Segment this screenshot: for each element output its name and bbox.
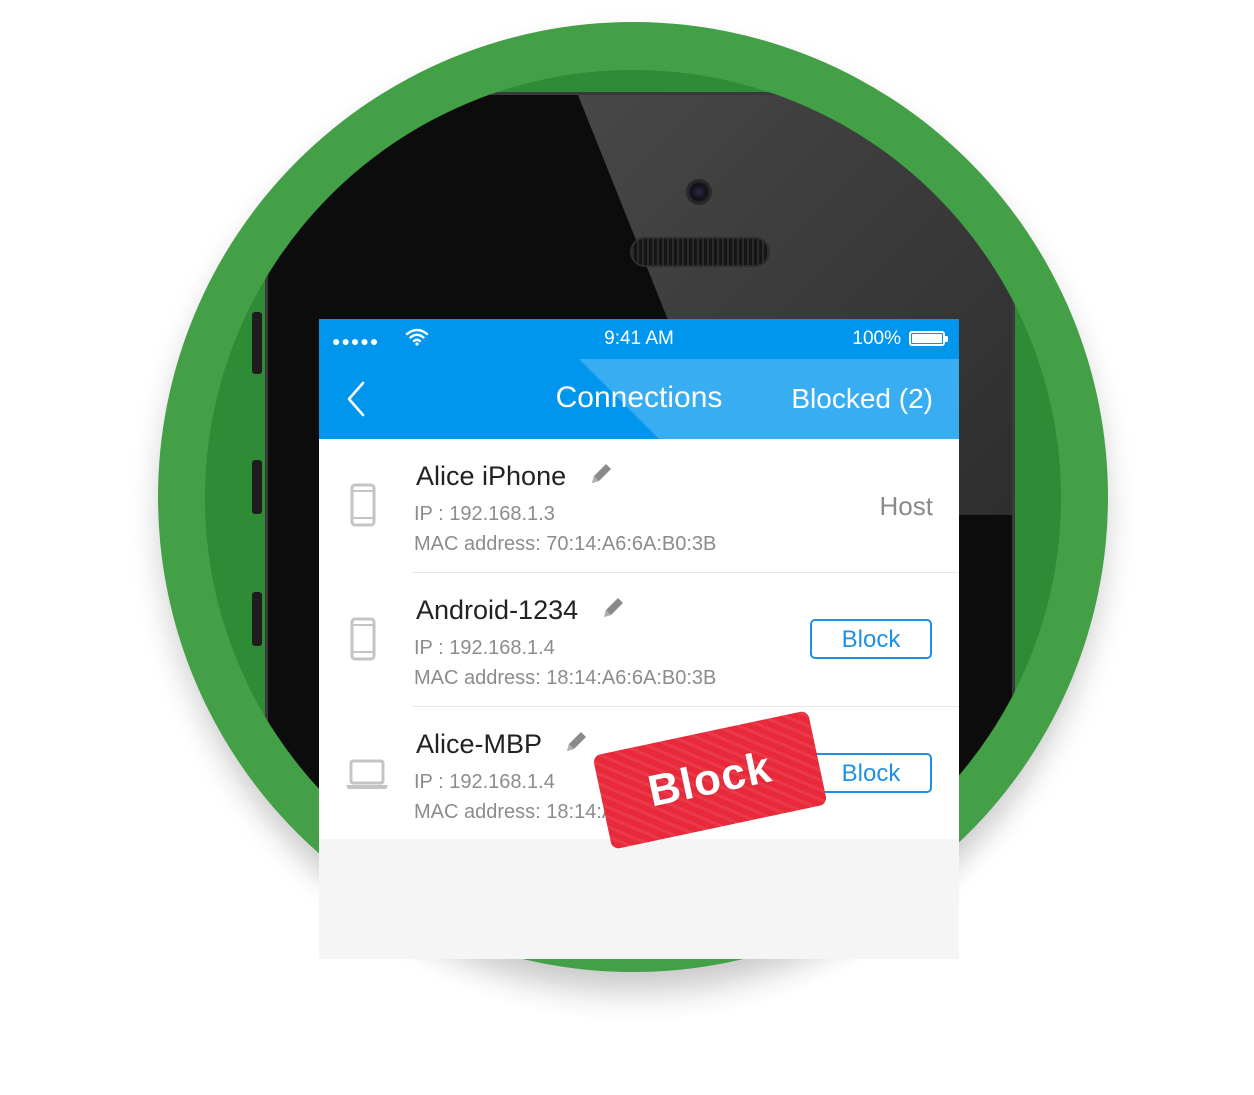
earpiece-speaker — [630, 237, 770, 267]
phone-mute-switch — [252, 312, 262, 374]
device-name: Android-1234 — [416, 595, 626, 628]
laptop-icon — [345, 759, 389, 796]
screen-background — [319, 839, 959, 959]
phone-volume-up — [252, 460, 262, 514]
device-mac: MAC address: 70:14:A6:6A:B0:3B — [414, 533, 717, 555]
status-bar: ●●●●● 9:41 AM 100% — [319, 319, 959, 359]
battery-icon — [909, 331, 948, 346]
host-label: Host — [879, 491, 933, 521]
blocked-devices-button[interactable]: Blocked (2) — [791, 383, 933, 415]
device-row-alice-iphone[interactable]: Alice iPhone IP : 192.168.1.3 MAC addres… — [319, 439, 959, 573]
phone-icon — [349, 483, 377, 532]
device-name-text: Android-1234 — [416, 595, 579, 625]
phone-icon — [349, 617, 377, 666]
device-mac: MAC address: 18:14:A6:6A:B0:3B — [414, 667, 717, 689]
edit-pencil-icon[interactable] — [588, 461, 614, 494]
device-name: Alice iPhone — [416, 461, 614, 494]
device-ip: IP : 192.168.1.4 — [414, 771, 555, 793]
device-ip: IP : 192.168.1.4 — [414, 637, 555, 659]
stamp-text: Block — [643, 742, 777, 817]
block-button[interactable]: Block — [810, 619, 932, 659]
front-camera — [686, 179, 712, 205]
device-name-text: Alice iPhone — [416, 461, 567, 491]
device-ip: IP : 192.168.1.3 — [414, 503, 555, 525]
device-row-android[interactable]: Android-1234 IP : 192.168.1.4 MAC addres… — [319, 573, 959, 707]
battery-percent: 100% — [852, 328, 901, 349]
phone-volume-down — [252, 592, 262, 646]
device-name-text: Alice-MBP — [416, 729, 542, 759]
edit-pencil-icon[interactable] — [600, 595, 626, 628]
device-name: Alice-MBP — [416, 729, 589, 762]
block-button[interactable]: Block — [810, 753, 932, 793]
edit-pencil-icon[interactable] — [563, 729, 589, 762]
navigation-bar: Connections Blocked (2) — [319, 359, 959, 479]
